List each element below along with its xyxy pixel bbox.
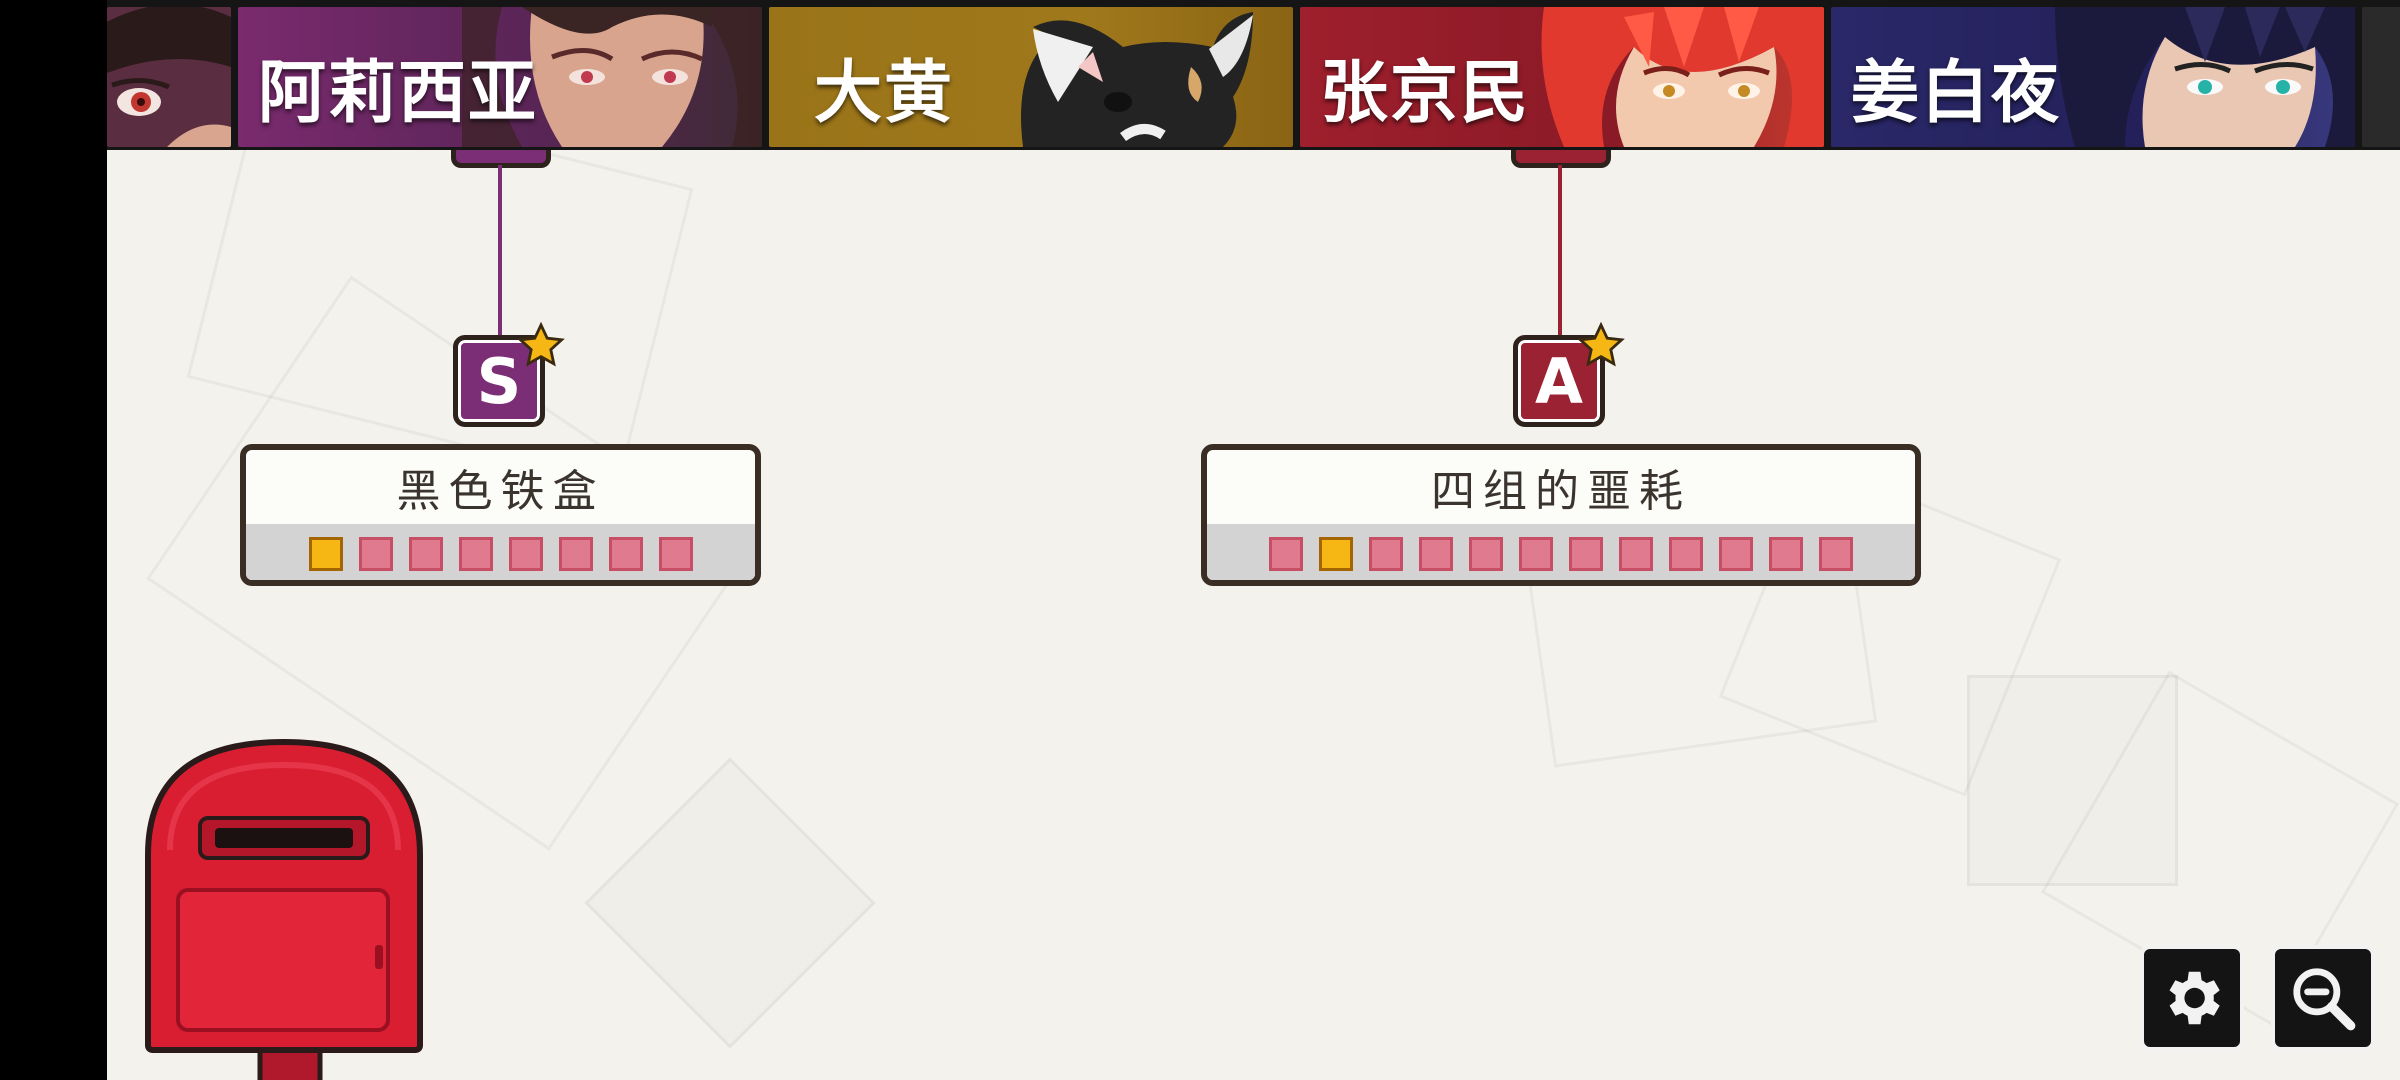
progress-slot-completed [308, 537, 343, 571]
tab-character-next-partial[interactable] [2362, 7, 2400, 147]
tab-character-dahuang[interactable]: 大黄 [769, 7, 1293, 147]
connector-line [498, 165, 502, 337]
character-tab-bar: 阿莉西亚 大黄 张京民 姜白夜 [107, 0, 2400, 150]
case-title: 四组的噩耗 [1431, 466, 1691, 517]
case-title: 黑色铁盒 [396, 466, 605, 517]
progress-slots [246, 524, 755, 580]
progress-slot-empty [1669, 537, 1703, 571]
character-portrait [2055, 7, 2355, 147]
character-portrait [107, 7, 231, 147]
grade-letter: S [476, 344, 522, 418]
progress-slot-completed [1319, 537, 1353, 571]
progress-slot-empty [558, 537, 593, 571]
character-name: 大黄 [814, 54, 955, 133]
tab-character-jiangbaiye[interactable]: 姜白夜 [1831, 7, 2355, 147]
connector-line [1558, 165, 1562, 337]
progress-slot-empty [1469, 537, 1503, 571]
character-name: 张京民 [1320, 54, 1531, 133]
zoom-out-icon [2293, 968, 2356, 1031]
settings-button[interactable] [2140, 945, 2244, 1051]
gear-icon [2169, 971, 2220, 1025]
case-card-black-iron-box[interactable]: 黑色铁盒 [240, 444, 761, 586]
progress-slot-empty [608, 537, 643, 571]
case-card-fourth-team-news[interactable]: 四组的噩耗 [1201, 444, 1921, 586]
character-portrait [1541, 7, 1824, 147]
progress-slot-empty [1769, 537, 1803, 571]
progress-slot-empty [508, 537, 543, 571]
zoom-out-button[interactable] [2271, 945, 2375, 1051]
progress-slot-empty [458, 537, 493, 571]
case-tree-canvas[interactable]: S 黑色铁盒 A 四组的噩耗 [107, 0, 2400, 1080]
character-name: 姜白夜 [1851, 54, 2062, 133]
tab-character-zhangjingmin[interactable]: 张京民 [1300, 7, 1824, 147]
progress-slot-empty [1269, 537, 1303, 571]
star-icon [517, 322, 565, 367]
character-name: 阿莉西亚 [258, 54, 539, 133]
progress-slot-empty [1519, 537, 1553, 571]
progress-slot-empty [658, 537, 693, 571]
grade-letter: A [1535, 344, 1583, 418]
background-decoration [584, 757, 876, 1049]
progress-slot-empty [1369, 537, 1403, 571]
tab-character-alicia[interactable]: 阿莉西亚 [238, 7, 762, 147]
progress-slot-empty [1819, 537, 1853, 571]
star-icon [1577, 322, 1625, 367]
progress-slot-empty [1719, 537, 1753, 571]
progress-slot-empty [358, 537, 393, 571]
mailbox-icon[interactable] [140, 730, 440, 1080]
character-portrait [1021, 12, 1253, 147]
progress-slot-empty [1619, 537, 1653, 571]
tab-character-partial[interactable] [107, 7, 231, 147]
progress-slot-empty [408, 537, 443, 571]
progress-slot-empty [1569, 537, 1603, 571]
progress-slots [1207, 524, 1915, 580]
progress-slot-empty [1419, 537, 1453, 571]
